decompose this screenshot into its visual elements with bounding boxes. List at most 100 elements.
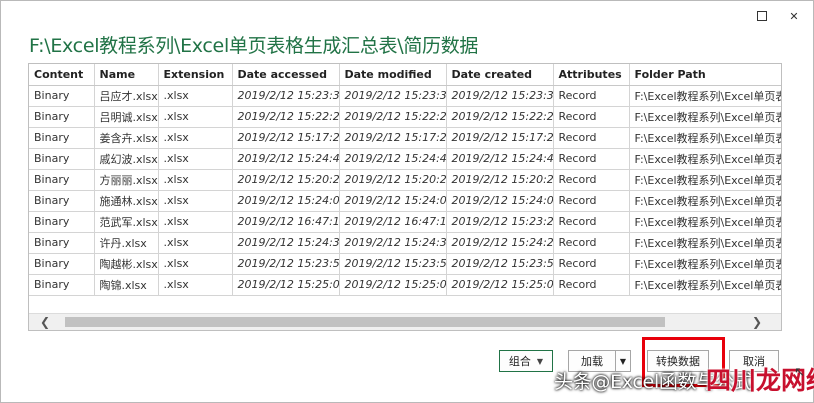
cell-date-created: 2019/2/12 15:23:36 [446, 85, 554, 107]
cell-attributes: Record [553, 274, 630, 296]
cell-date-accessed: 2019/2/12 16:47:19 [232, 211, 340, 233]
cell-name: 施通林.xlsx [94, 190, 159, 212]
table-row[interactable]: Binary 施通林.xlsx .xlsx 2019/2/12 15:24:07 201… [29, 190, 781, 212]
cell-date-created: 2019/2/12 15:24:06 [446, 190, 554, 212]
cell-date-modified: 2019/2/12 15:23:36 [339, 85, 447, 107]
cell-name: 许丹.xlsx [94, 232, 159, 254]
cell-date-created: 2019/2/12 15:22:27 [446, 106, 554, 128]
column-header-name[interactable]: Name [94, 64, 159, 86]
cell-folder-path: F:\Excel教程系列\Excel单页表 [629, 274, 781, 296]
cell-folder-path: F:\Excel教程系列\Excel单页表 [629, 148, 781, 170]
column-header-folder-path[interactable]: Folder Path [629, 64, 781, 86]
column-header-date-modified[interactable]: Date modified [339, 64, 447, 86]
cell-folder-path: F:\Excel教程系列\Excel单页表 [629, 232, 781, 254]
column-header-attributes[interactable]: Attributes [553, 64, 630, 86]
cell-date-accessed: 2019/2/12 15:23:36 [232, 85, 340, 107]
table-row[interactable]: Binary 吕应才.xlsx .xlsx 2019/2/12 15:23:36 201… [29, 85, 781, 107]
file-list-table: Content Name Extension Date accessed Dat… [28, 63, 782, 331]
horizontal-scrollbar[interactable]: ❮ ❯ [29, 313, 781, 330]
cell-content: Binary [29, 190, 95, 212]
cell-attributes: Record [553, 127, 630, 149]
cell-date-created: 2019/2/12 15:17:21 [446, 127, 554, 149]
cell-extension: .xlsx [158, 232, 233, 254]
table-row[interactable]: Binary 方丽丽.xlsx .xlsx 2019/2/12 15:20:29 201… [29, 169, 781, 191]
cell-content: Binary [29, 211, 95, 233]
cell-folder-path: F:\Excel教程系列\Excel单页表 [629, 127, 781, 149]
cell-date-accessed: 2019/2/12 15:17:22 [232, 127, 340, 149]
table-row[interactable]: Binary 吕明诚.xlsx .xlsx 2019/2/12 15:22:27 201… [29, 106, 781, 128]
cell-date-created: 2019/2/12 15:20:29 [446, 169, 554, 191]
cell-attributes: Record [553, 211, 630, 233]
watermark-logo-text: 四川龙网 [706, 366, 807, 395]
scrollbar-thumb[interactable] [65, 317, 665, 327]
cell-content: Binary [29, 85, 95, 107]
table-row[interactable]: Binary 范武军.xlsx .xlsx 2019/2/12 16:47:19 201… [29, 211, 781, 233]
cell-content: Binary [29, 127, 95, 149]
cell-content: Binary [29, 253, 95, 275]
cell-date-created: 2019/2/12 15:24:47 [446, 148, 554, 170]
table-row[interactable]: Binary 许丹.xlsx .xlsx 2019/2/12 15:24:30 2019… [29, 232, 781, 254]
column-header-date-created[interactable]: Date created [446, 64, 554, 86]
column-header-content[interactable]: Content [29, 64, 95, 86]
cell-extension: .xlsx [158, 190, 233, 212]
cell-name: 陶越彬.xlsx [94, 253, 159, 275]
cell-name: 戚幻波.xlsx [94, 148, 159, 170]
watermark-logo-suffix: 络 [806, 366, 814, 395]
column-header-date-accessed[interactable]: Date accessed [232, 64, 340, 86]
cell-extension: .xlsx [158, 148, 233, 170]
cell-extension: .xlsx [158, 274, 233, 296]
table-row[interactable]: Binary 姜含卉.xlsx .xlsx 2019/2/12 15:17:22 201… [29, 127, 781, 149]
cell-date-modified: 2019/2/12 16:47:19 [339, 211, 447, 233]
cell-folder-path: F:\Excel教程系列\Excel单页表 [629, 253, 781, 275]
cell-extension: .xlsx [158, 253, 233, 275]
cell-date-modified: 2019/2/12 15:24:07 [339, 190, 447, 212]
cell-attributes: Record [553, 85, 630, 107]
cell-name: 吕应才.xlsx [94, 85, 159, 107]
cell-attributes: Record [553, 190, 630, 212]
maximize-icon[interactable] [751, 5, 773, 27]
cell-folder-path: F:\Excel教程系列\Excel单页表 [629, 106, 781, 128]
navigator-dialog: ✕ F:\Excel教程系列\Excel单页表格生成汇总表\简历数据 Conte… [0, 0, 814, 403]
cell-folder-path: F:\Excel教程系列\Excel单页表 [629, 85, 781, 107]
cell-date-modified: 2019/2/12 15:24:30 [339, 232, 447, 254]
chevron-left-icon[interactable]: ❮ [35, 314, 55, 330]
cell-extension: .xlsx [158, 169, 233, 191]
cell-content: Binary [29, 148, 95, 170]
close-icon[interactable]: ✕ [783, 5, 805, 27]
cell-date-accessed: 2019/2/12 15:24:30 [232, 232, 340, 254]
cell-name: 吕明诚.xlsx [94, 106, 159, 128]
cell-date-created: 2019/2/12 15:23:20 [446, 211, 554, 233]
cell-extension: .xlsx [158, 85, 233, 107]
cell-date-modified: 2019/2/12 15:24:48 [339, 148, 447, 170]
cell-extension: .xlsx [158, 211, 233, 233]
title-bar: ✕ [1, 1, 813, 31]
table-header-row: Content Name Extension Date accessed Dat… [29, 64, 781, 86]
folder-path-title: F:\Excel教程系列\Excel单页表格生成汇总表\简历数据 [29, 35, 479, 57]
table-row[interactable]: Binary 陶锦.xlsx .xlsx 2019/2/12 15:25:03 2019… [29, 274, 781, 296]
cell-attributes: Record [553, 106, 630, 128]
cell-name: 范武军.xlsx [94, 211, 159, 233]
table-row[interactable]: Binary 陶越彬.xlsx .xlsx 2019/2/12 15:23:50 201… [29, 253, 781, 275]
cell-date-created: 2019/2/12 15:23:50 [446, 253, 554, 275]
cell-date-modified: 2019/2/12 15:22:27 [339, 106, 447, 128]
cell-name: 方丽丽.xlsx [94, 169, 159, 191]
cell-date-accessed: 2019/2/12 15:24:07 [232, 190, 340, 212]
cell-date-accessed: 2019/2/12 15:24:48 [232, 148, 340, 170]
chevron-right-icon[interactable]: ❯ [747, 314, 767, 330]
combine-button[interactable]: 组合 ▼ [499, 350, 553, 372]
combine-button-label: 组合 [508, 355, 531, 368]
cell-extension: .xlsx [158, 127, 233, 149]
cell-attributes: Record [553, 232, 630, 254]
cell-content: Binary [29, 274, 95, 296]
cell-date-created: 2019/2/12 15:25:02 [446, 274, 554, 296]
table-row[interactable]: Binary 戚幻波.xlsx .xlsx 2019/2/12 15:24:48 201… [29, 148, 781, 170]
cell-attributes: Record [553, 148, 630, 170]
cell-attributes: Record [553, 169, 630, 191]
cell-folder-path: F:\Excel教程系列\Excel单页表 [629, 211, 781, 233]
cell-date-accessed: 2019/2/12 15:22:27 [232, 106, 340, 128]
cell-name: 姜含卉.xlsx [94, 127, 159, 149]
column-header-extension[interactable]: Extension [158, 64, 233, 86]
mouse-cursor-icon: ↖ [794, 365, 805, 380]
cell-content: Binary [29, 106, 95, 128]
cell-name: 陶锦.xlsx [94, 274, 159, 296]
